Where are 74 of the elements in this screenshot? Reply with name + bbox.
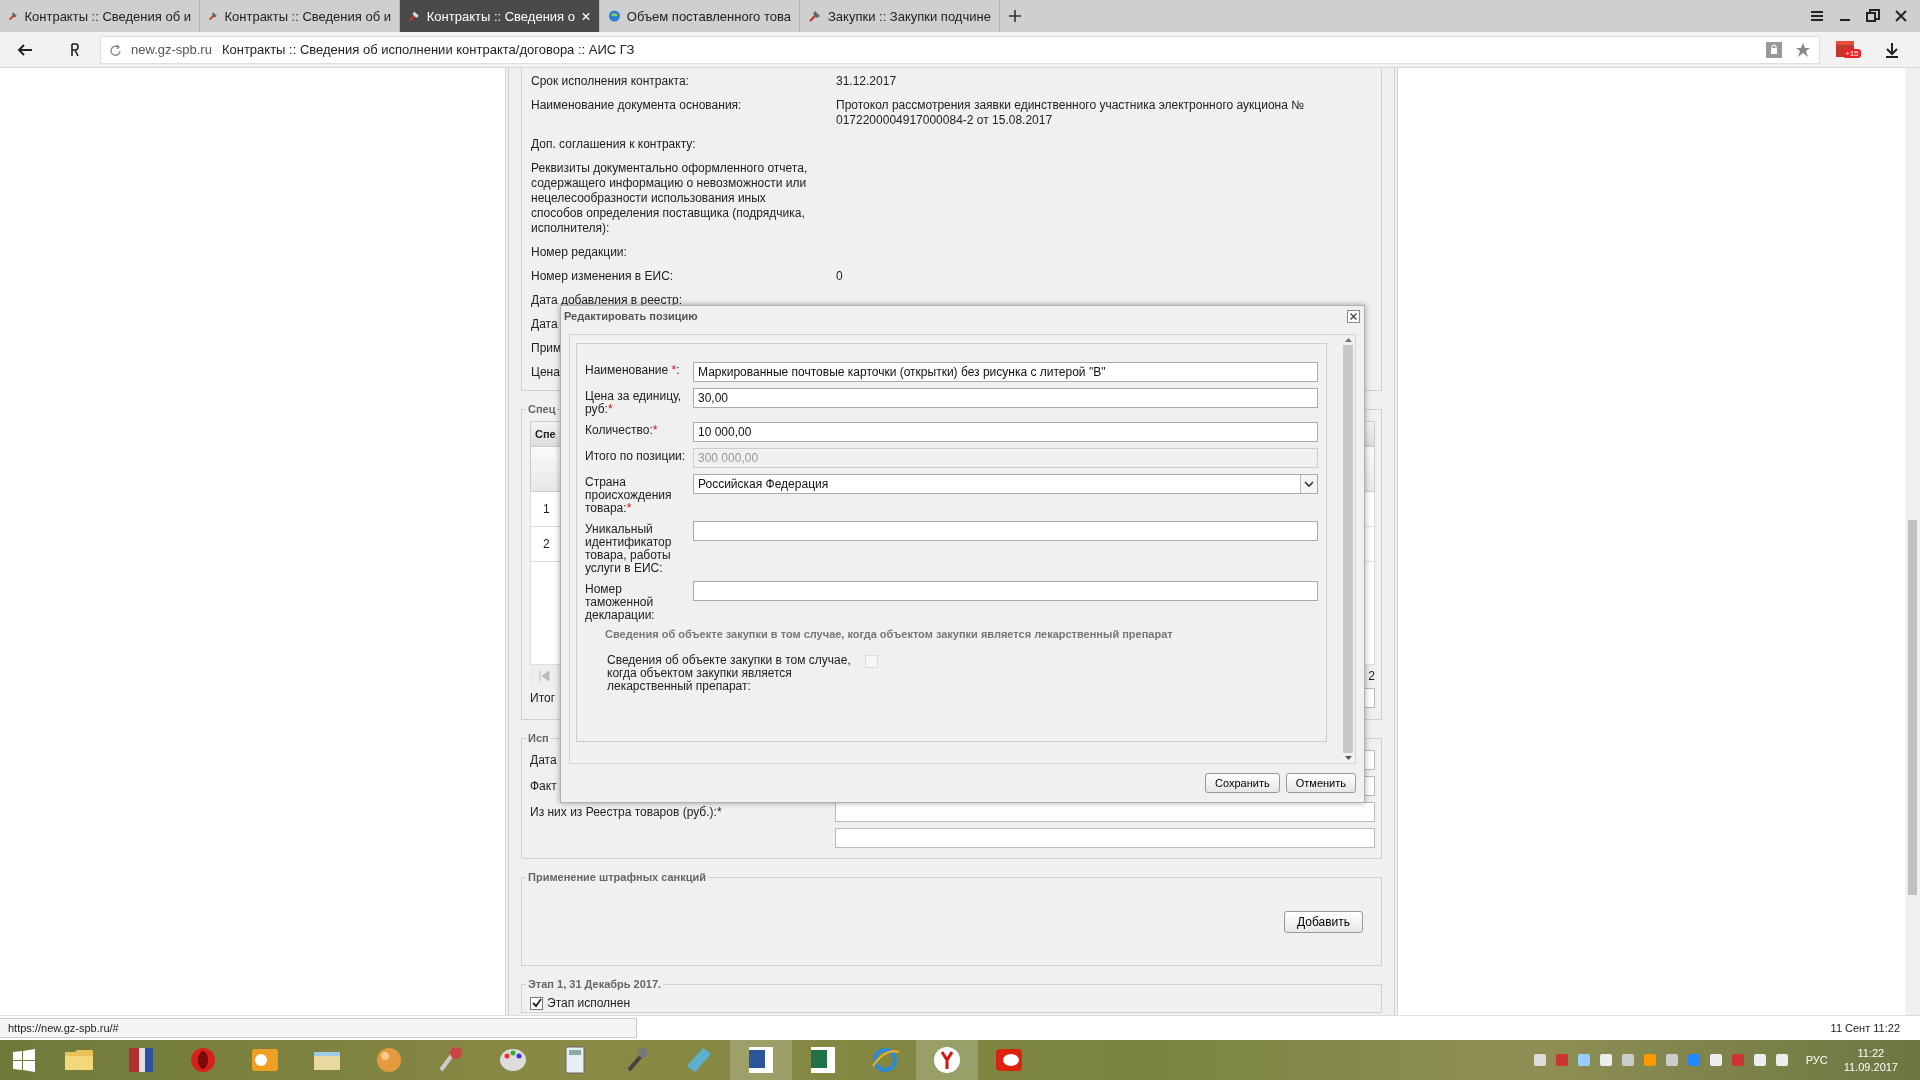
windows-logo-icon[interactable]	[13, 1048, 35, 1072]
restore-icon[interactable]	[1866, 9, 1880, 23]
input-field[interactable]	[693, 521, 1318, 541]
input-field[interactable]	[835, 828, 1375, 848]
reload-icon[interactable]	[109, 43, 121, 56]
field-label: Дата	[531, 317, 558, 332]
globe-icon	[608, 9, 621, 23]
field-value: 31.12.2017	[836, 74, 898, 89]
input-field[interactable]: Маркированные почтовые карточки (открытки) без рисунка с литерой "В"	[693, 362, 1318, 382]
circle-icon[interactable]	[931, 1044, 963, 1076]
close-icon[interactable]	[580, 10, 591, 22]
field-value: 0	[836, 269, 844, 284]
clock[interactable]: 11:22 11.09.2017	[1843, 1046, 1898, 1074]
page-count: 2	[1368, 669, 1375, 683]
field-label: Из них из Реестра товаров (руб.):*	[530, 805, 722, 819]
section-legend: Этап 1, 31 Декабрь 2017.	[526, 978, 664, 990]
field-label: Уникальный идентификатор товара, работы услуги в ЕИС:	[585, 521, 673, 575]
field-label: Реквизиты документально оформленного отчета, содержащего информацию о невозможности или нецелесообразности использования иных способов определения поставщика (подрядчика, исполнителя):	[531, 161, 809, 236]
dialog-title: Редактировать позицию	[564, 310, 698, 322]
input-field[interactable]: 10 000,00	[693, 422, 1318, 442]
new-tab-icon[interactable]	[1008, 9, 1022, 23]
field-label: Дата	[530, 753, 557, 767]
field-value: Протокол рассмотрения заявки единственного участника электронного аукциона № 0172200004917000084-2 от 15.08.2017	[836, 98, 1306, 128]
status-datetime: 11 Сент 11:22	[1830, 1022, 1901, 1034]
field-label: Доп. соглашения к контракту:	[531, 137, 696, 152]
address-field[interactable]: new.gz-spb.ru Контракты :: Сведения об исполнении контракта/договора :: АИС ГЗ	[100, 35, 1820, 64]
section-legend: Спец	[526, 403, 558, 415]
field-label: Наименование документа основания:	[531, 98, 742, 114]
field-label: Цена	[531, 365, 560, 380]
checkbox[interactable]	[530, 996, 543, 1010]
scroll-up-icon[interactable]	[1343, 337, 1353, 343]
input-field[interactable]	[693, 581, 1318, 601]
notification-badge: +15	[1843, 48, 1861, 58]
dropdown-field[interactable]: Российская Федерация	[693, 474, 1318, 494]
check-icon	[531, 998, 542, 1008]
scroll-down-icon[interactable]	[1343, 755, 1353, 761]
checkbox-label: Этап исполнен	[547, 996, 631, 1010]
dialog-button[interactable]: Сохранить	[1205, 773, 1280, 793]
input-field[interactable]	[835, 802, 1375, 822]
field-label: Цена за единицу, руб:*	[585, 388, 683, 416]
dialog-button[interactable]: Отменить	[1285, 773, 1356, 793]
field-label: Прим	[531, 341, 562, 356]
menu-icon[interactable]	[1810, 9, 1824, 23]
field-label: Номер изменения в ЕИС:	[531, 269, 674, 284]
close-icon[interactable]	[1347, 309, 1360, 323]
language-indicator[interactable]: РУС	[1805, 1054, 1828, 1066]
hammer-icon	[808, 9, 822, 23]
scrollbar[interactable]	[1341, 335, 1355, 763]
section-legend: Применение штрафных санкций	[526, 871, 709, 883]
section-legend: Исп	[526, 732, 551, 744]
browser-tab[interactable]: Контракты :: Сведения о	[400, 0, 600, 32]
field-label: Факт	[530, 779, 557, 793]
field-label: Срок исполнения контракта:	[531, 74, 689, 89]
download-icon[interactable]	[1884, 41, 1900, 58]
field-label: Итого по позиции:	[585, 448, 687, 463]
caret-icon[interactable]	[1304, 480, 1314, 488]
field-label: Итог	[530, 691, 556, 705]
scrollbar[interactable]	[1905, 68, 1920, 1015]
checkbox-label: Сведения об объекте закупки в том случае, когда объектом закупки является лекарственный препарат:	[607, 654, 852, 693]
field-label: Количество:*	[585, 422, 659, 437]
field-label: Номер редакции:	[531, 245, 627, 260]
status-url: https://new.gz-spb.ru/#	[0, 1018, 637, 1038]
field-label: Номер таможенной декларации:	[585, 581, 656, 622]
close-icon[interactable]	[1894, 9, 1908, 23]
field-label: Страна происхождения товара:*	[585, 474, 673, 515]
add-button[interactable]: Добавить	[1283, 911, 1363, 933]
input-field[interactable]: 30,00	[693, 388, 1318, 408]
star-icon[interactable]	[1795, 41, 1811, 58]
section-title: Сведения об объекте закупки в том случае, когда объектом закупки является лекарственный препарат	[605, 628, 1174, 640]
hammer-icon	[408, 9, 421, 23]
back-arrow-icon[interactable]	[17, 41, 33, 58]
lock-icon[interactable]	[1765, 40, 1783, 59]
field-label: Дата добавления в реестр:	[531, 293, 683, 308]
field-label: Наименование *:	[585, 362, 681, 377]
